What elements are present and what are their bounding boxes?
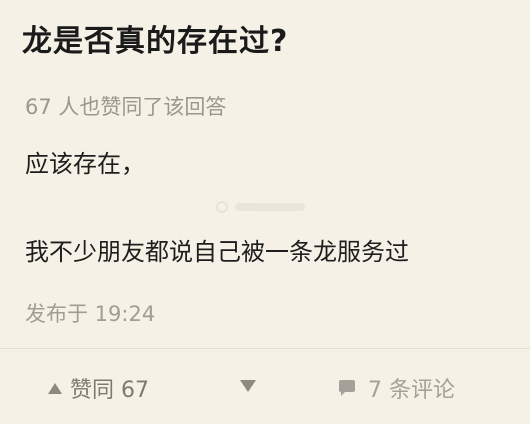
answer-text-line-1: 应该存在， xyxy=(25,150,145,178)
upvote-button[interactable]: 赞同 67 xyxy=(48,373,149,403)
watermark xyxy=(215,200,305,214)
upvote-label: 赞同 67 xyxy=(70,378,149,403)
answer-page: 龙是否真的存在过? 67 人也赞同了该回答 应该存在， 我不少朋友都说自己被一条… xyxy=(0,0,530,424)
answer-text-line-2: 我不少朋友都说自己被一条龙服务过 xyxy=(25,238,409,266)
comment-bubble-icon xyxy=(339,380,355,396)
comments-label: 7 条评论 xyxy=(368,378,455,403)
comments-button[interactable]: 7 条评论 xyxy=(336,373,455,403)
downvote-button[interactable] xyxy=(240,380,258,398)
watermark-bar xyxy=(235,203,305,211)
watermark-logo-icon xyxy=(216,201,228,213)
upvote-triangle-icon xyxy=(48,382,62,394)
downvote-triangle-icon xyxy=(240,380,256,392)
publish-time: 发布于 19:24 xyxy=(25,302,156,326)
question-title[interactable]: 龙是否真的存在过? xyxy=(22,22,288,62)
likes-summary: 67 人也赞同了该回答 xyxy=(25,95,227,119)
action-bar: 赞同 67 7 条评论 xyxy=(0,349,530,424)
